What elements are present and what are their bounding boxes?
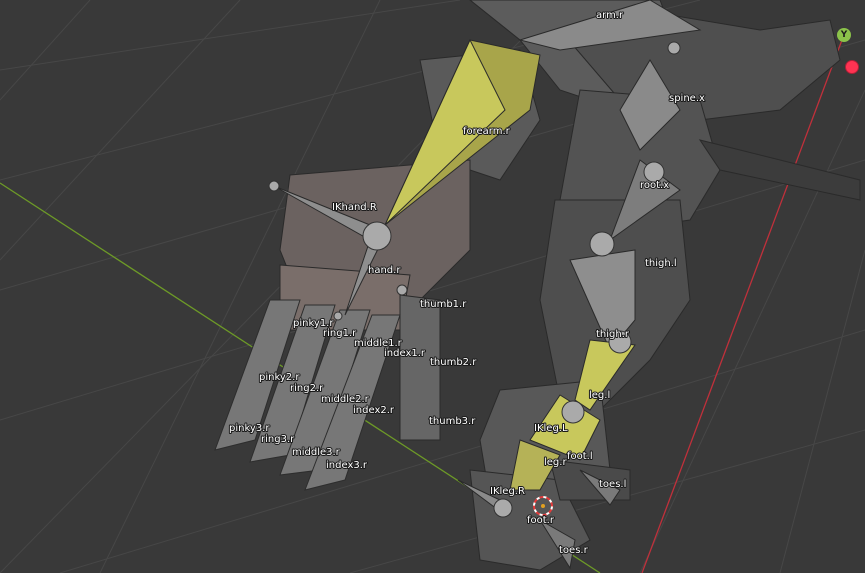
label-toes-r: toes.r — [559, 545, 589, 556]
label-middle2-r: middle2.r — [321, 394, 370, 405]
label-forearm-r: forearm.r — [463, 126, 511, 137]
label-foot-r: foot.r — [527, 515, 555, 526]
label-hand-r: hand.r — [368, 265, 401, 276]
label-ikleg-l: IKleg.L — [534, 423, 568, 434]
label-ring2-r: ring2.r — [290, 383, 324, 394]
label-middle3-r: middle3.r — [292, 447, 341, 458]
label-ikhand-r: IKhand.R — [332, 202, 377, 213]
label-pinky2-r: pinky2.r — [259, 372, 300, 383]
label-pinky3-r: pinky3.r — [229, 423, 270, 434]
label-ring1-r: ring1.r — [323, 328, 357, 339]
label-index2-r: index2.r — [353, 405, 395, 416]
label-spine-x: spine.x — [669, 93, 705, 104]
label-root-x: root.x — [640, 180, 669, 191]
3d-viewport[interactable]: arm.r spine.x forearm.r root.x IKhand.R … — [0, 0, 865, 573]
label-index1-r: index1.r — [384, 348, 426, 359]
label-leg-l: leg.l — [589, 390, 610, 401]
label-thumb1-r: thumb1.r — [420, 299, 467, 310]
label-thumb2-r: thumb2.r — [430, 357, 477, 368]
label-arm-r: arm.r — [596, 10, 624, 21]
label-leg-r: leg.r — [544, 457, 567, 468]
x-axis-gizmo-icon[interactable] — [845, 60, 859, 74]
label-toes-l: toes.l — [599, 479, 626, 490]
viewport-scene[interactable]: arm.r spine.x forearm.r root.x IKhand.R … — [0, 0, 865, 573]
label-thumb3-r: thumb3.r — [429, 416, 476, 427]
label-thigh-l: thigh.l — [645, 258, 677, 269]
label-index3-r: index3.r — [326, 460, 368, 471]
label-thigh-r: thigh.r — [596, 329, 630, 340]
label-ring3-r: ring3.r — [261, 434, 295, 445]
navigation-gizmo[interactable]: Y — [835, 22, 865, 82]
y-axis-gizmo-icon[interactable]: Y — [837, 28, 851, 42]
label-foot-l: foot.l — [567, 451, 593, 462]
label-ikleg-r: IKleg.R — [490, 486, 525, 497]
